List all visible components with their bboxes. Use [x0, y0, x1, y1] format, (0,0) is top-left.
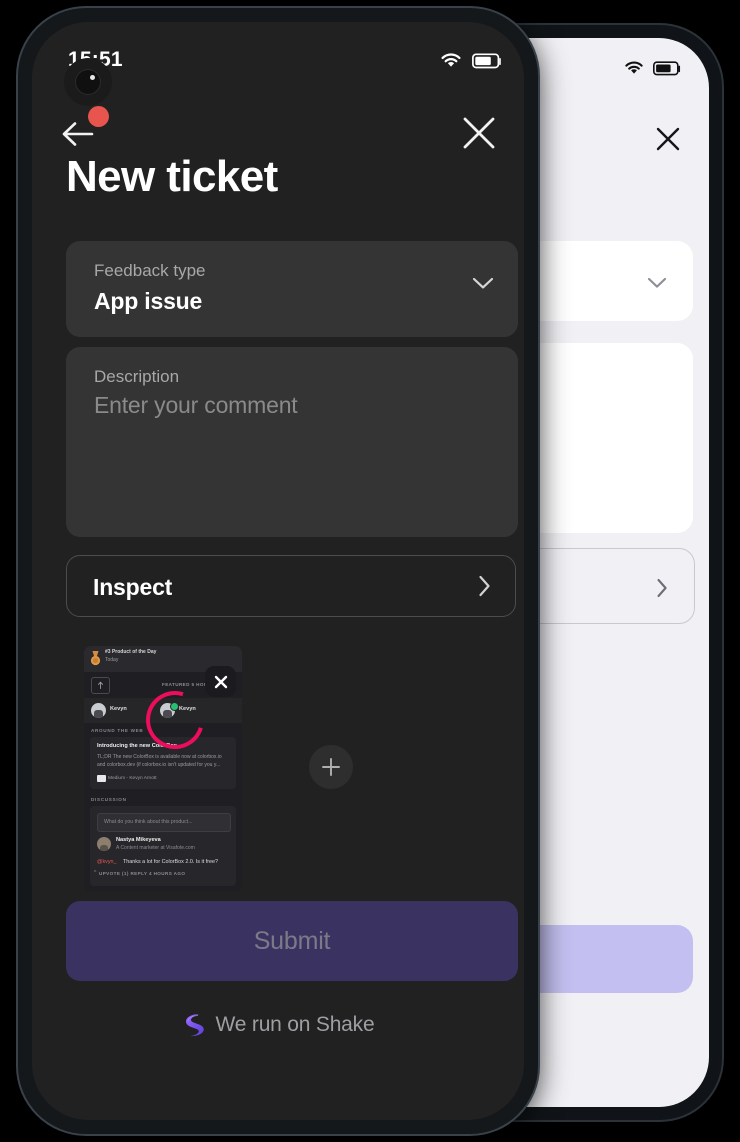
foreground-phone-frame: 15:51 [18, 8, 538, 1134]
background-close-icon[interactable] [655, 126, 681, 152]
page-title: New ticket [66, 152, 278, 201]
chevron-right-icon [657, 578, 667, 598]
avatar [97, 837, 111, 851]
comment-input: What do you think about this product... [97, 813, 231, 832]
description-placeholder: Enter your comment [94, 392, 298, 418]
medium-logo-icon [97, 775, 106, 782]
chevron-down-icon [647, 277, 667, 288]
battery-icon [653, 60, 681, 75]
screenshot-stage: 15:51 [0, 0, 740, 1142]
description-field[interactable]: Description Enter your comment [66, 347, 518, 537]
thumbnail-close-button[interactable] [205, 666, 236, 697]
share-icon [91, 677, 110, 694]
inspect-row[interactable]: Inspect [66, 555, 516, 617]
wifi-icon [625, 61, 643, 74]
submit-button[interactable]: Submit [66, 901, 518, 981]
foreground-phone-screen: 15:51 [32, 22, 524, 1120]
status-icons [439, 52, 502, 69]
plus-icon [322, 758, 340, 776]
section-label-around-web: AROUND THE WEB [91, 728, 144, 733]
camera-punch-hole [64, 58, 112, 106]
user-name: Kevyn [110, 706, 127, 712]
close-icon [214, 675, 227, 688]
comment-author: Nastya Mikeyeva [116, 837, 161, 843]
feedback-type-value: App issue [94, 288, 203, 314]
chevron-down-icon [472, 277, 494, 289]
discussion-card: What do you think about this product... … [90, 806, 236, 886]
comment-author-role: A Content marketer at Visafote.com [116, 845, 195, 851]
badge-title: #3 Product of the Day [105, 649, 157, 655]
comment-input-placeholder: What do you think about this product... [104, 819, 193, 825]
feedback-type-label: Feedback type [94, 261, 206, 280]
add-attachment-button[interactable] [309, 745, 353, 789]
section-label-discussion: DISCUSSION [91, 797, 127, 802]
chevron-right-icon [479, 575, 490, 597]
wifi-icon [441, 53, 461, 67]
medal-icon [90, 651, 101, 666]
comment-meta: UPVOTE (1) REPLY 4 HOURS AGO [99, 871, 186, 876]
comment-text: Thanks a lot for ColorBox 2.0. Is it fre… [123, 859, 218, 865]
upvote-caret-icon: ^ [94, 870, 97, 876]
battery-icon [472, 52, 501, 68]
feedback-type-field[interactable]: Feedback type App issue [66, 241, 518, 337]
submit-label: Submit [253, 926, 331, 955]
article-source: Medium - Kevyn Arnott [108, 776, 157, 781]
inspect-label: Inspect [93, 574, 173, 600]
attachment-thumbnail[interactable]: #3 Product of the Day Today FEATURED 5 H… [84, 646, 242, 892]
notification-dot [88, 106, 109, 127]
footer: We run on Shake [32, 1012, 524, 1038]
comment-handle: @kvyn_ [97, 859, 117, 865]
footer-text: We run on Shake [215, 1013, 375, 1036]
background-status-bar [623, 60, 681, 76]
shake-logo-icon [185, 1014, 204, 1037]
close-icon[interactable] [460, 114, 498, 152]
description-label: Description [94, 367, 180, 386]
article-body: TL;DR The new ColorBox is available now … [97, 754, 222, 768]
avatar [91, 703, 106, 718]
badge-subtitle: Today [105, 657, 119, 663]
